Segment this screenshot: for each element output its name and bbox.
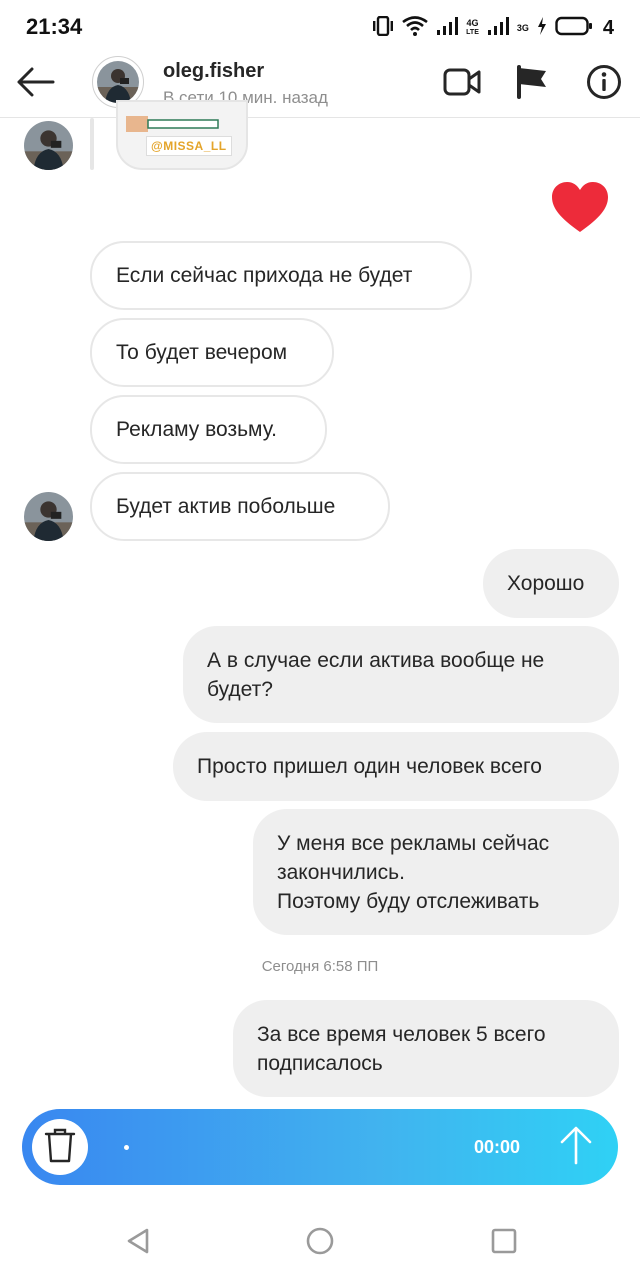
message-text-line: подписалось xyxy=(257,1051,383,1075)
charging-icon xyxy=(537,16,547,40)
network-label-3g: 3G xyxy=(516,22,529,33)
nav-home-button[interactable] xyxy=(304,1227,336,1259)
story-mention-tag: @MISSA_LL xyxy=(146,136,232,156)
shared-story-preview[interactable]: @MISSA_LL xyxy=(116,100,248,170)
wifi-icon xyxy=(402,15,428,41)
network-label-4g: 4G LTE xyxy=(466,18,479,37)
message-text: Просто пришел один человек всего xyxy=(197,755,542,778)
voice-recorder-bar: 00:00 xyxy=(22,1109,618,1185)
heart-reaction[interactable] xyxy=(550,180,610,234)
info-button[interactable] xyxy=(582,62,626,106)
discard-recording-button[interactable] xyxy=(32,1119,88,1175)
message-bubble-incoming[interactable]: То будет вечером xyxy=(90,318,334,387)
back-button[interactable] xyxy=(14,62,58,106)
message-bubble-outgoing[interactable]: За все время человек 5 всего подписалось xyxy=(233,1000,619,1097)
report-button[interactable] xyxy=(510,62,554,106)
message-text: То будет вечером xyxy=(116,341,288,364)
message-bubble-outgoing[interactable]: Просто пришел один человек всего xyxy=(173,732,619,801)
battery-level: 4 xyxy=(602,16,614,39)
triangle-back-icon xyxy=(125,1227,151,1260)
recording-timer: 00:00 xyxy=(474,1137,521,1157)
flag-icon xyxy=(515,64,549,104)
message-text: Если сейчас прихода не будет xyxy=(116,264,413,287)
video-camera-icon xyxy=(443,67,481,102)
system-navigation-bar xyxy=(0,1205,640,1280)
message-text: Хорошо xyxy=(507,572,585,595)
chat-header: oleg.fisher В сети 10 мин. назад xyxy=(0,56,640,118)
message-bubble-incoming[interactable]: Если сейчас прихода не будет xyxy=(90,241,472,310)
status-bar: 21:34 4G LTE 3G 4 xyxy=(0,0,640,56)
info-icon xyxy=(586,64,622,105)
vibrate-icon xyxy=(372,15,394,41)
message-bubble-outgoing[interactable]: А в случае если актива вообще не будет? xyxy=(183,626,619,723)
username[interactable]: oleg.fisher xyxy=(163,60,264,83)
nav-recents-button[interactable] xyxy=(488,1227,520,1259)
message-text-line: закончились. xyxy=(277,860,405,884)
battery-icon xyxy=(555,16,593,41)
message-bubble-incoming[interactable]: Рекламу возьму. xyxy=(90,395,327,464)
recording-indicator xyxy=(124,1145,129,1150)
message-bubble-outgoing[interactable]: У меня все рекламы сейчас закончились. П… xyxy=(253,809,619,935)
status-icons: 4G LTE 3G 4 xyxy=(372,12,614,44)
message-bubble-incoming[interactable]: Будет актив побольше xyxy=(90,472,390,541)
circle-home-icon xyxy=(305,1226,335,1261)
message-text-line: Поэтому буду отслеживать xyxy=(277,889,540,913)
heart-icon xyxy=(550,182,610,238)
video-call-button[interactable] xyxy=(440,62,484,106)
message-text: Рекламу возьму. xyxy=(116,418,277,441)
avatar[interactable] xyxy=(24,121,73,170)
message-text-line: будет? xyxy=(207,677,273,701)
message-text: Будет актив побольше xyxy=(116,495,336,518)
avatar-photo xyxy=(97,61,139,103)
trash-icon xyxy=(44,1127,76,1168)
message-text-line: А в случае если актива вообще не xyxy=(207,648,545,672)
message-timestamp: Сегодня 6:58 ПП xyxy=(261,958,379,975)
message-bubble-outgoing[interactable]: Хорошо xyxy=(483,549,619,618)
avatar[interactable] xyxy=(24,492,73,541)
signal-icon xyxy=(436,16,459,41)
signal-icon xyxy=(487,16,509,41)
send-voice-button[interactable] xyxy=(552,1123,600,1171)
story-reply-line xyxy=(90,118,94,170)
status-time: 21:34 xyxy=(26,14,83,39)
message-text-line: За все время человек 5 всего xyxy=(257,1022,546,1046)
square-recents-icon xyxy=(491,1228,517,1259)
arrow-up-icon xyxy=(559,1125,593,1170)
message-text-line: У меня все рекламы сейчас xyxy=(277,831,550,855)
arrow-left-icon xyxy=(16,67,56,102)
nav-back-button[interactable] xyxy=(122,1227,154,1259)
